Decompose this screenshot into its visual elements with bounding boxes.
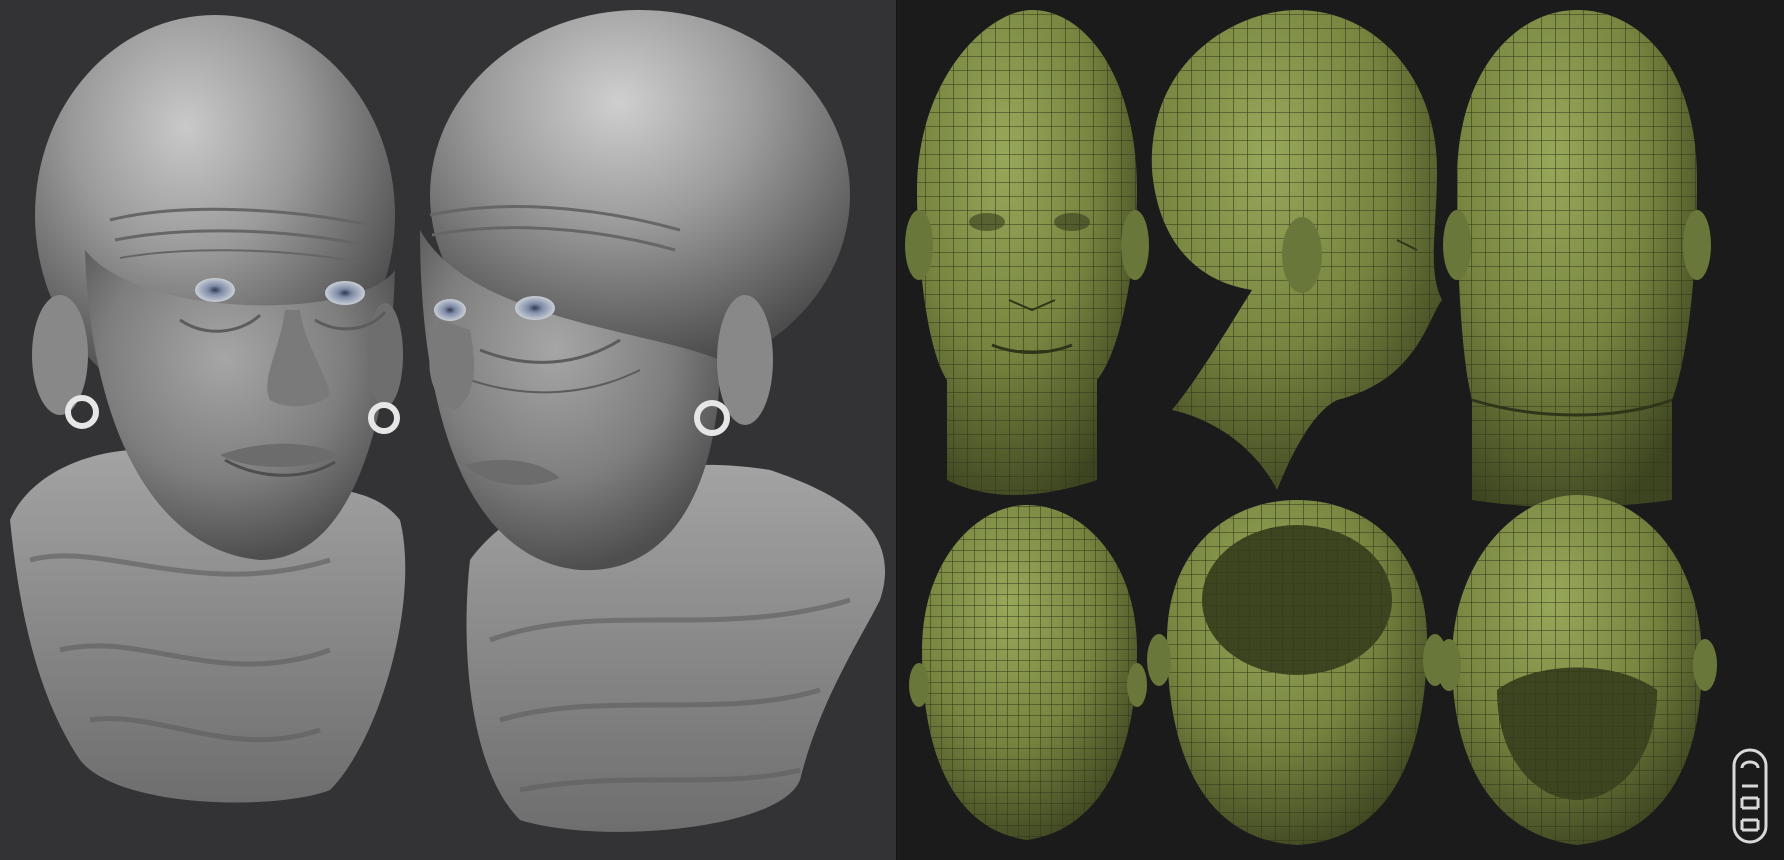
wireframe-views: [905, 10, 1717, 845]
wire-back: [1443, 10, 1711, 508]
logo-icon: [1730, 746, 1770, 846]
wireframe-panel: [897, 0, 1784, 860]
wire-top: [909, 505, 1147, 840]
watermark-logo: [1732, 748, 1768, 844]
bust-front-view: [10, 15, 406, 803]
sculpt-render-image: [10, 10, 886, 832]
wire-side: [1151, 10, 1442, 490]
wire-front: [905, 10, 1149, 495]
wire-bottom-chin: [1437, 495, 1717, 845]
sculpt-render-panel: [0, 0, 897, 860]
eye-right: [325, 281, 365, 305]
wire-bottom-neck: [1147, 500, 1447, 845]
eye-left: [195, 278, 235, 302]
bust-side-view: [420, 10, 886, 832]
earring-left: [65, 395, 99, 429]
eye-near: [434, 299, 466, 321]
eye-far: [515, 296, 555, 320]
